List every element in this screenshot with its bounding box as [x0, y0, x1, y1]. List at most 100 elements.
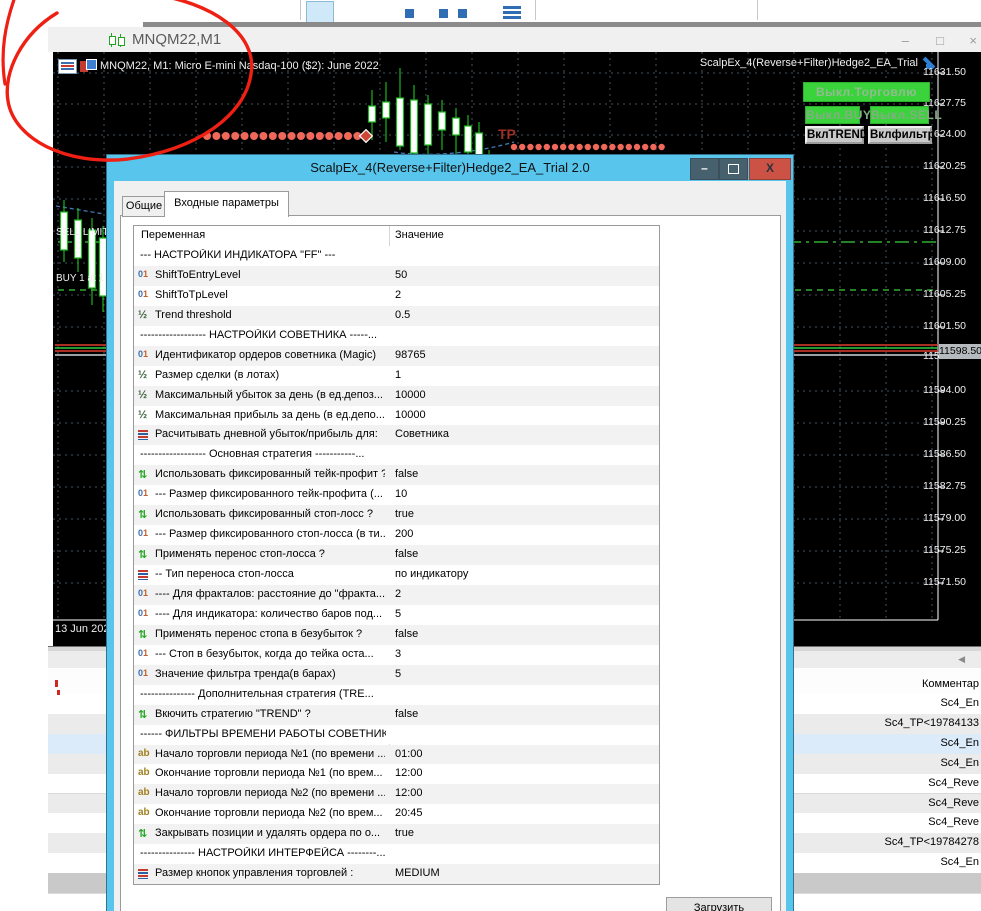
param-row[interactable]: --------------- НАСТРОЙКИ ИНТЕРФЕЙСА ---… [134, 844, 659, 865]
terminal-row-marker [55, 680, 58, 687]
enable-trend-button[interactable]: ВклTREND [805, 126, 868, 144]
param-value[interactable]: 0.5 [395, 309, 410, 321]
param-value[interactable]: false [395, 468, 418, 480]
toolbar-icon[interactable] [458, 9, 467, 18]
toolbar-icon[interactable] [439, 9, 448, 18]
param-row[interactable]: 01 ---- Для индикатора: количество баров … [134, 604, 659, 625]
param-value[interactable]: 200 [395, 528, 413, 540]
disable-buy-button[interactable]: Выкл.BUY [805, 106, 871, 124]
param-value[interactable]: 98765 [395, 349, 426, 361]
param-value[interactable]: true [395, 508, 414, 520]
dialog-close-button[interactable]: X [749, 158, 791, 180]
param-value[interactable]: 3 [395, 648, 401, 660]
param-row[interactable]: ab Начало торговли периода №2 (по времени… [134, 784, 659, 805]
param-name: Начало торговли периода №1 (по времени .… [155, 747, 385, 760]
param-value[interactable]: Советника [395, 428, 449, 440]
param-row[interactable]: --- НАСТРОЙКИ ИНДИКАТОРА "FF" --- [134, 246, 659, 266]
param-row[interactable]: --------------- Дополнительная стратегия… [134, 684, 659, 705]
param-value[interactable]: 5 [395, 668, 401, 680]
param-value[interactable]: 5 [395, 608, 401, 620]
param-value[interactable]: 10 [395, 488, 407, 500]
param-row[interactable]: ------------------ Основная стратегия --… [134, 445, 659, 466]
toolbar-icon[interactable] [405, 9, 414, 18]
param-row[interactable]: ⇅ Применять перенос стопа в безубыток ? fa… [134, 624, 659, 645]
terminal-row-comment: Sc4_TP<19784278 [884, 836, 980, 849]
screenshot-root: MNQM22,M1 – □ × MNQM22, M1: Micro E-mini… [0, 0, 981, 911]
param-value[interactable]: 20:45 [395, 807, 423, 819]
data-window-icon[interactable] [58, 59, 77, 74]
current-price-box: 11598.50 [939, 344, 981, 359]
param-row[interactable]: 01 Значение фильтра тренда(в барах) 5 [134, 664, 659, 685]
param-row[interactable]: 01 --- Размер фиксированного стоп-лосса (… [134, 525, 659, 546]
price-label: 11609.00 [923, 256, 967, 268]
dialog-maximize-button[interactable] [719, 158, 748, 180]
param-value[interactable]: false [395, 708, 418, 720]
scroll-left-icon[interactable]: ◀ [958, 654, 965, 665]
param-row[interactable]: 01 ---- Для фракталов: расстояние до "фра… [134, 584, 659, 605]
param-row[interactable]: ½ Trend threshold 0.5 [134, 305, 659, 326]
param-row[interactable]: ⇅ Применять перенос стоп-лосса ? false [134, 545, 659, 566]
toolbar-icon[interactable] [503, 6, 521, 19]
dialog-minimize-button[interactable]: – [690, 158, 719, 180]
param-value[interactable]: по индикатору [395, 568, 468, 580]
one-click-trading-icon[interactable] [80, 59, 97, 72]
param-row[interactable]: ------ ФИЛЬТРЫ ВРЕМЕНИ РАБОТЫ СОВЕТНИКА … [134, 724, 659, 745]
param-row[interactable]: Размер кнопок управления торговлей : MEDI… [134, 864, 659, 885]
param-name: -- Тип переноса стоп-лосса [155, 568, 294, 581]
param-name: Trend threshold [155, 308, 232, 321]
param-row[interactable]: ab Начало торговли периода №1 (по времени… [134, 744, 659, 765]
param-value[interactable]: 2 [395, 289, 401, 301]
param-row[interactable]: ------------------ НАСТРОЙКИ СОВЕТНИКА -… [134, 325, 659, 346]
param-row[interactable]: ⇅ Использовать фиксированный стоп-лосс ? t… [134, 505, 659, 526]
param-value[interactable]: MEDIUM [395, 867, 440, 879]
param-row[interactable]: ½ Максимальная прибыль за день (в ед.депо… [134, 405, 659, 426]
load-button[interactable]: Загрузить [666, 897, 772, 911]
param-row[interactable]: ½ Размер сделки (в лотах) 1 [134, 365, 659, 386]
param-row[interactable]: ab Окончание торговли периода №1 (по врем… [134, 764, 659, 785]
param-row[interactable]: Расчитывать дневной убыток/прибыль для: С… [134, 425, 659, 446]
tab-input-parameters[interactable]: Входные параметры [164, 191, 289, 217]
enable-filter-button[interactable]: Вклфильтр [868, 126, 935, 144]
param-name: ShiftToEntryLevel [155, 268, 241, 281]
param-row[interactable]: 01 Идентификатор ордеров советника (Magic… [134, 345, 659, 366]
integer-param-icon: 01 [138, 268, 149, 279]
param-value[interactable]: 10000 [395, 389, 426, 401]
param-value[interactable]: 2 [395, 588, 401, 600]
param-row[interactable]: 01 ShiftToTpLevel 2 [134, 285, 659, 306]
param-row[interactable]: ⇅ Использовать фиксированный тейк-профит … [134, 465, 659, 486]
double-param-icon: ½ [138, 368, 148, 381]
param-row[interactable]: ⇅ Закрывать позиции и удалять ордера по о… [134, 824, 659, 845]
toolbar-button-pressed[interactable] [306, 1, 334, 23]
minimize-button[interactable]: – [902, 33, 909, 48]
param-value[interactable]: false [395, 628, 418, 640]
param-name: Использовать фиксированный тейк-профит ? [155, 468, 385, 481]
param-row[interactable]: ⇅ Вкючить стратегию "TREND" ? false [134, 704, 659, 725]
ea-settings-dialog: ScalpEx_4(Reverse+Filter)Hedge2_EA_Trial… [107, 155, 793, 911]
param-value[interactable]: 12:00 [395, 787, 423, 799]
param-row[interactable]: 01 ShiftToEntryLevel 50 [134, 265, 659, 286]
param-row[interactable]: ab Окончание торговли периода №2 (по врем… [134, 804, 659, 825]
tab-common[interactable]: Общие [122, 196, 166, 217]
param-name: Начало торговли периода №2 (по времени .… [155, 787, 385, 800]
integer-param-icon: 01 [138, 288, 149, 299]
param-value[interactable]: 10000 [395, 409, 426, 421]
param-row[interactable]: -- Тип переноса стоп-лосса по индикатору [134, 565, 659, 585]
disable-trading-button[interactable]: Выкл.Торговлю [803, 82, 930, 102]
param-name: --------------- НАСТРОЙКИ ИНТЕРФЕЙСА ---… [140, 847, 386, 860]
param-value[interactable]: 1 [395, 369, 401, 381]
param-row[interactable]: 01 --- Стоп в безубыток, когда до тейка о… [134, 644, 659, 665]
param-value[interactable]: 50 [395, 269, 407, 281]
param-row[interactable]: ½ Максимальный убыток за день (в ед.депоз… [134, 385, 659, 406]
disable-sell-button[interactable]: Выкл.SELL [870, 106, 942, 124]
price-label: 11620.25 [923, 160, 967, 172]
maximize-button[interactable]: □ [936, 33, 944, 48]
param-value[interactable]: false [395, 548, 418, 560]
close-button[interactable]: × [969, 33, 977, 48]
param-row[interactable]: 01 --- Размер фиксированного тейк-профита… [134, 485, 659, 506]
param-value[interactable]: true [395, 827, 414, 839]
param-name: Размер кнопок управления торговлей : [155, 867, 354, 880]
param-value[interactable]: 01:00 [395, 748, 423, 760]
window-title: MNQM22,M1 [132, 31, 222, 48]
param-value[interactable]: 12:00 [395, 767, 423, 779]
price-label: 11575.25 [923, 544, 967, 556]
